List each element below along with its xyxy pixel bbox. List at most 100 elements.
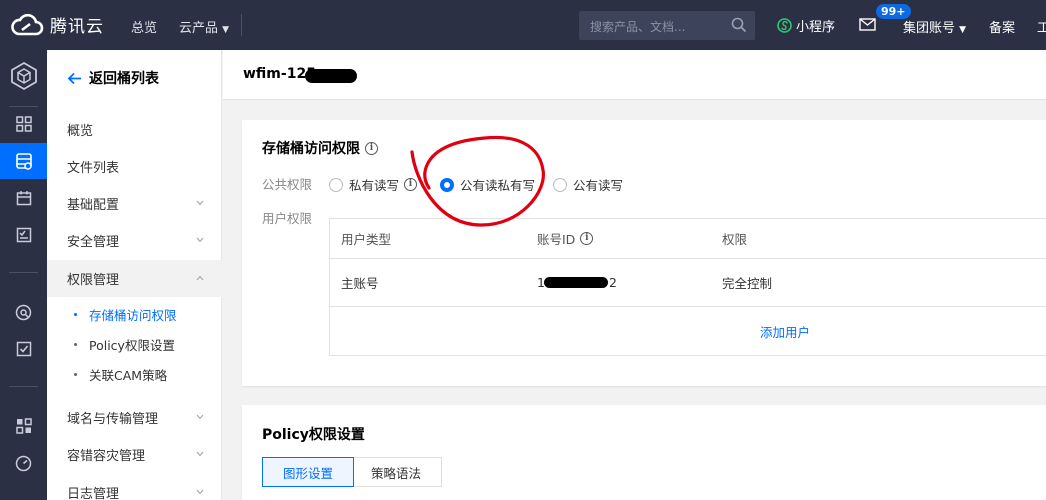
nav-beian[interactable]: 备案 bbox=[989, 17, 1015, 36]
nav-truncated-item[interactable]: 工 bbox=[1037, 17, 1046, 36]
column-header-with-info: 账号ID i bbox=[537, 219, 594, 258]
mini-program-label: 小程序 bbox=[796, 20, 836, 35]
rail-apps[interactable] bbox=[0, 408, 47, 444]
mini-program-icon bbox=[777, 18, 792, 33]
chevron-down-icon bbox=[196, 414, 204, 420]
table-header: 用户类型 账号ID i 权限 bbox=[330, 219, 1046, 259]
nav-divider bbox=[241, 14, 242, 36]
sidebar-item-label: 概览 bbox=[67, 124, 94, 139]
radio-public-read-private-write[interactable]: 公有读私有写 bbox=[440, 175, 535, 194]
grid-icon bbox=[15, 116, 32, 132]
radio-circle-selected bbox=[440, 177, 454, 192]
column-header: 权限 bbox=[722, 232, 748, 247]
storage-bucket-icon bbox=[15, 153, 32, 170]
monitor-eye-icon bbox=[15, 304, 32, 320]
product-icon-rail bbox=[0, 50, 47, 500]
permission-cell: 完全控制 bbox=[722, 276, 773, 291]
radio-circle bbox=[553, 177, 567, 192]
radio-label: 私有读写 bbox=[349, 178, 400, 193]
hexagon-cube-icon bbox=[10, 61, 37, 91]
radio-public-rw[interactable]: 公有读写 bbox=[553, 175, 623, 194]
rail-dashboard[interactable] bbox=[0, 106, 47, 142]
tab-label: 图形设置 bbox=[283, 465, 334, 481]
sidebar-item-permissions[interactable]: 权限管理 bbox=[47, 260, 222, 297]
policy-settings-card: Policy权限设置 图形设置 策略语法 bbox=[242, 405, 1046, 500]
calendar-icon bbox=[16, 191, 31, 206]
sidebar-item-overview[interactable]: 概览 bbox=[47, 111, 222, 148]
search-box[interactable]: 搜索产品、文档... bbox=[579, 11, 755, 40]
radio-label: 公有读私有写 bbox=[460, 178, 536, 193]
sidebar-subitem-label: 存储桶访问权限 bbox=[89, 307, 177, 323]
rail-monitor[interactable] bbox=[0, 294, 47, 330]
column-header: 用户类型 bbox=[341, 232, 392, 247]
sidebar-subitem-bucket-access[interactable]: 存储桶访问权限 bbox=[47, 299, 222, 329]
add-user-link[interactable]: 添加用户 bbox=[760, 307, 810, 355]
rail-separator bbox=[9, 386, 38, 387]
rail-separator bbox=[9, 272, 38, 273]
rail-checklist[interactable] bbox=[0, 331, 47, 367]
rail-dashboard-gauge[interactable] bbox=[0, 445, 47, 481]
chevron-down-icon bbox=[196, 200, 204, 206]
sidebar-item-label: 基础配置 bbox=[67, 198, 120, 213]
back-to-bucket-list[interactable]: 返回桶列表 bbox=[67, 68, 159, 88]
group-account-label: 集团账号 bbox=[903, 21, 956, 36]
checkbox-icon bbox=[16, 341, 31, 357]
user-permission-table: 用户类型 账号ID i 权限 主账号 1 2 完全控制 添加用户 bbox=[329, 218, 1046, 356]
radio-circle bbox=[329, 177, 343, 192]
redaction-mark bbox=[544, 277, 608, 288]
sidebar-item-label: 域名与传输管理 bbox=[67, 412, 159, 427]
nav-cloud-products[interactable]: 云产品 ▼ bbox=[179, 17, 229, 36]
radio-label: 公有读写 bbox=[573, 178, 624, 193]
info-icon[interactable]: i bbox=[365, 141, 378, 155]
table-footer: 添加用户 bbox=[330, 307, 1046, 355]
rail-cube-logo[interactable] bbox=[0, 56, 47, 96]
nav-overview[interactable]: 总览 bbox=[131, 17, 157, 36]
tab-policy-syntax[interactable]: 策略语法 bbox=[350, 457, 443, 487]
search-icon[interactable] bbox=[731, 17, 747, 33]
info-icon[interactable]: i bbox=[404, 178, 418, 191]
chevron-down-icon bbox=[196, 489, 204, 495]
sidebar-item-domain-transfer[interactable]: 域名与传输管理 bbox=[47, 399, 222, 436]
sidebar-item-file-list[interactable]: 文件列表 bbox=[47, 148, 222, 185]
sidebar-subitem-policy[interactable]: Policy权限设置 bbox=[47, 329, 222, 359]
rail-tasks[interactable] bbox=[0, 217, 47, 253]
sidebar-item-label: 日志管理 bbox=[67, 487, 120, 500]
sidebar-subitem-cam[interactable]: 关联CAM策略 bbox=[47, 359, 222, 389]
column-header: 账号ID bbox=[537, 232, 576, 247]
sidebar-item-disaster-recovery[interactable]: 容错容灾管理 bbox=[47, 436, 222, 473]
gauge-icon bbox=[15, 455, 32, 471]
account-id-tail: 2 bbox=[609, 275, 617, 290]
apps-grid-icon bbox=[15, 418, 32, 434]
group-account-menu[interactable]: 集团账号 ▼ bbox=[903, 17, 966, 36]
sidebar-item-label: 容错容灾管理 bbox=[67, 449, 146, 464]
public-permission-label: 公共权限 bbox=[262, 177, 313, 192]
sidebar-item-logs[interactable]: 日志管理 bbox=[47, 474, 222, 500]
info-icon[interactable]: i bbox=[580, 232, 594, 245]
radio-private-rw[interactable]: 私有读写 i bbox=[329, 175, 418, 194]
task-list-icon bbox=[16, 227, 31, 243]
brand-logo[interactable]: 腾讯云 bbox=[10, 12, 104, 37]
chevron-down-icon bbox=[196, 237, 204, 243]
sidebar-item-label: 权限管理 bbox=[67, 273, 120, 288]
tab-graphic-settings[interactable]: 图形设置 bbox=[262, 457, 355, 487]
search-input[interactable]: 搜索产品、文档... bbox=[590, 18, 685, 35]
rail-calendar[interactable] bbox=[0, 180, 47, 216]
tab-label: 策略语法 bbox=[371, 465, 422, 481]
sidebar-subitem-label: Policy权限设置 bbox=[89, 337, 175, 353]
section-title: Policy权限设置 bbox=[262, 424, 365, 444]
chevron-down-icon bbox=[196, 451, 204, 457]
caret-down-icon: ▼ bbox=[959, 25, 967, 35]
cloud-logo-icon bbox=[11, 13, 44, 35]
user-permission-label: 用户权限 bbox=[262, 211, 313, 226]
bullet-dot bbox=[74, 343, 77, 346]
bullet-dot bbox=[74, 313, 77, 316]
table-row: 主账号 1 2 完全控制 bbox=[330, 259, 1046, 307]
mini-program-link[interactable]: 小程序 bbox=[777, 16, 835, 35]
arrow-left-icon bbox=[67, 72, 81, 84]
sidebar-item-label: 安全管理 bbox=[67, 235, 120, 250]
content-header: wfim-125 bbox=[223, 50, 1046, 100]
rail-storage[interactable] bbox=[0, 143, 47, 179]
sidebar-item-security[interactable]: 安全管理 bbox=[47, 222, 222, 259]
mail-icon[interactable] bbox=[859, 18, 876, 31]
sidebar-item-basic-config[interactable]: 基础配置 bbox=[47, 185, 222, 222]
